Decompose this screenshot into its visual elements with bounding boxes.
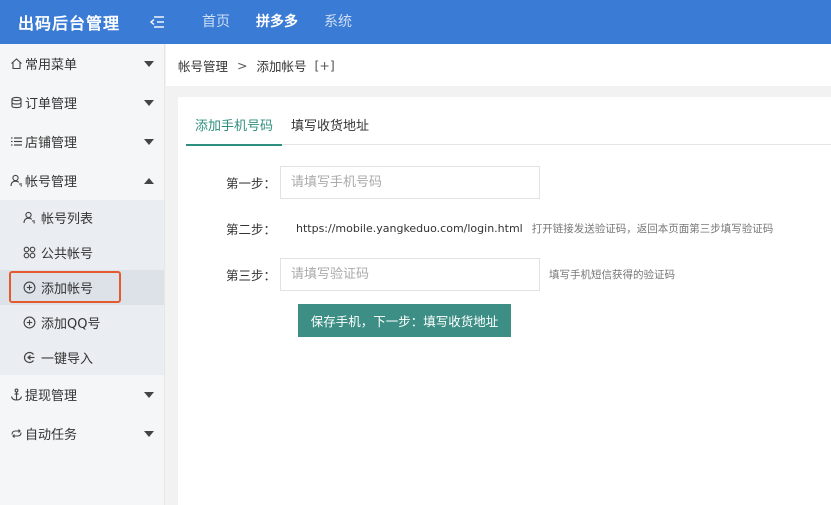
sidebar-group-label: 订单管理 (25, 97, 78, 112)
sidebar-group-common[interactable]: 常用菜单 (0, 44, 164, 83)
step3-label: 第三步： (225, 268, 276, 283)
sync-icon (9, 427, 23, 441)
tab-add-phone[interactable]: 添加手机号码 (186, 113, 283, 146)
sidebar-group-label: 自动任务 (25, 428, 78, 443)
step3-hint: 填写手机短信获得的验证码 (549, 269, 675, 281)
sidebar-item-add-account[interactable]: 添加帐号 (0, 270, 164, 305)
main-card: 添加手机号码 填写收货地址 第一步： 第二步： https://mobile.y… (178, 97, 831, 505)
plus-circle-icon (22, 281, 36, 295)
sidebar-group-shops[interactable]: 店铺管理 (0, 122, 164, 161)
sidebar-group-label: 帐号管理 (25, 175, 78, 190)
sidebar-group-accounts[interactable]: 帐号管理 (0, 161, 164, 200)
sidebar-item-label: 添加QQ号 (41, 317, 101, 332)
sidebar-group-label: 店铺管理 (25, 136, 78, 151)
plus-circle-icon (22, 316, 36, 330)
caret-down-icon (144, 391, 154, 398)
caret-down-icon (144, 430, 154, 437)
sidebar-item-label: 添加帐号 (41, 282, 94, 297)
sidebar-item-public-accounts[interactable]: 公共帐号 (0, 235, 164, 270)
tab-fill-address[interactable]: 填写收货地址 (282, 113, 378, 145)
sidebar-group-label: 提现管理 (25, 389, 78, 404)
sidebar-group-auto-tasks[interactable]: 自动任务 (0, 414, 164, 453)
user-icon (22, 211, 36, 225)
verification-code-input[interactable] (280, 258, 540, 291)
breadcrumb-parent[interactable]: 帐号管理 (178, 56, 228, 75)
nav-pinduoduo[interactable]: 拼多多 (243, 0, 311, 44)
account-submenu: 帐号列表 公共帐号 添加帐号 添加QQ号 一键导入 (0, 200, 164, 375)
login-link[interactable]: https://mobile.yangkeduo.com/login.html (296, 222, 523, 235)
sidebar-group-orders[interactable]: 订单管理 (0, 83, 164, 122)
form-tabs: 添加手机号码 填写收货地址 (186, 113, 831, 146)
step3-row: 第三步： 填写手机短信获得的验证码 (178, 258, 675, 291)
top-header: 出码后台管理 首页 拼多多 系统 (0, 0, 831, 44)
caret-down-icon (144, 138, 154, 145)
sidebar-item-label: 一键导入 (41, 352, 94, 367)
step2-label: 第二步： (225, 222, 276, 237)
nav-home[interactable]: 首页 (189, 0, 243, 44)
sidebar-item-one-click-import[interactable]: 一键导入 (0, 340, 164, 375)
list-icon (9, 135, 23, 149)
top-nav: 首页 拼多多 系统 (189, 0, 365, 44)
sidebar-group-withdraw[interactable]: 提现管理 (0, 375, 164, 414)
anchor-icon (9, 388, 23, 402)
nav-system[interactable]: 系统 (311, 0, 365, 44)
user-icon (9, 174, 23, 188)
breadcrumb: 帐号管理 > 添加帐号 [+] (166, 44, 831, 86)
home-icon (9, 57, 23, 71)
phone-input[interactable] (280, 166, 540, 199)
step2-row: 第二步： https://mobile.yangkeduo.com/login.… (178, 219, 773, 238)
sidebar-item-account-list[interactable]: 帐号列表 (0, 200, 164, 235)
save-and-next-button[interactable]: 保存手机，下一步：填写收货地址 (298, 304, 511, 337)
caret-down-icon (144, 60, 154, 67)
breadcrumb-current: 添加帐号 (256, 58, 307, 74)
sidebar-item-label: 帐号列表 (41, 212, 94, 227)
menu-toggle-icon[interactable] (149, 0, 175, 44)
caret-down-icon (144, 99, 154, 106)
sidebar-item-label: 公共帐号 (41, 247, 94, 262)
sidebar-group-label: 常用菜单 (25, 58, 78, 73)
app-brand: 出码后台管理 (18, 14, 121, 33)
grid-circles-icon (22, 246, 36, 260)
database-icon (9, 96, 23, 110)
breadcrumb-refresh-button[interactable]: [+] (315, 58, 335, 73)
caret-up-icon (144, 177, 154, 184)
sidebar: 常用菜单 订单管理 店铺管理 帐号管理 帐号列表 公共帐号 添加帐号 添加QQ号… (0, 44, 165, 505)
breadcrumb-separator: > (237, 57, 248, 73)
step1-label: 第一步： (225, 176, 276, 191)
step2-hint: 打开链接发送验证码，返回本页面第三步填写验证码 (531, 223, 774, 235)
import-icon (22, 351, 36, 365)
sidebar-item-add-qq[interactable]: 添加QQ号 (0, 305, 164, 340)
step1-row: 第一步： (178, 166, 540, 199)
